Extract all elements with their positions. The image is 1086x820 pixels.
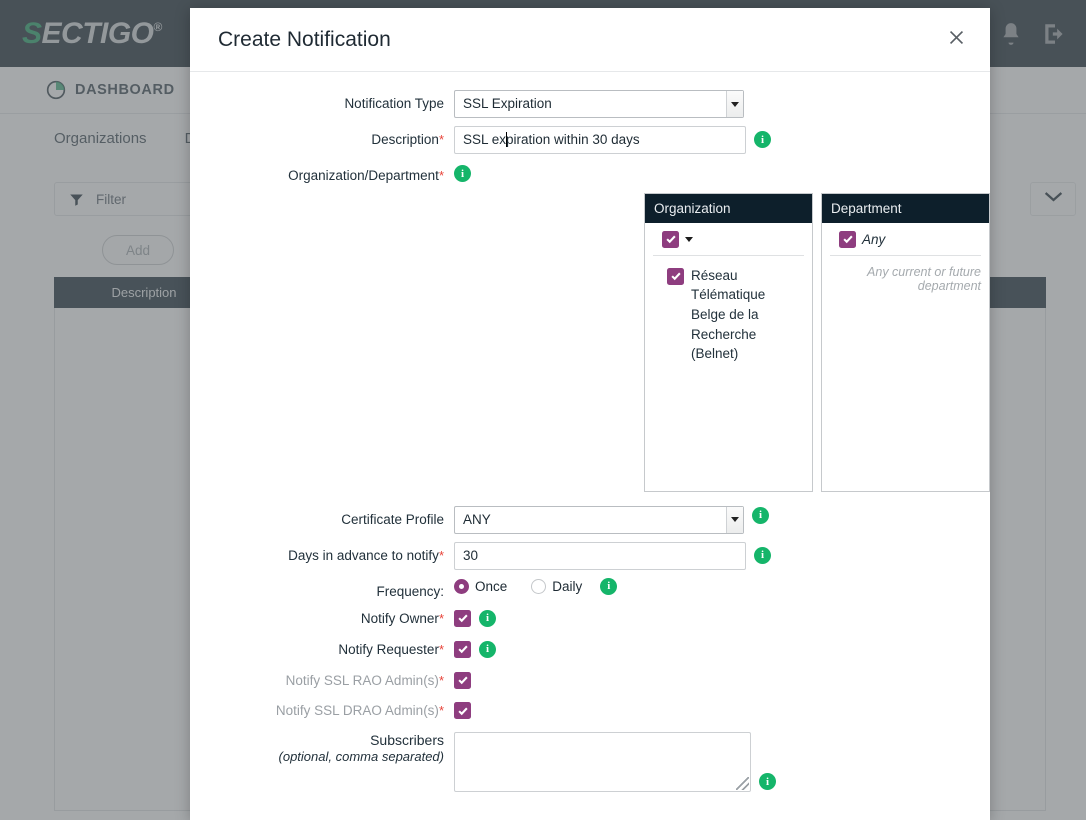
subscribers-textarea[interactable] (454, 732, 751, 793)
field-notify-rao: Notify SSL RAO Admin(s)* (190, 671, 990, 690)
notify-requester-checkbox[interactable] (454, 640, 471, 658)
notify-requester-info-icon[interactable]: i (479, 640, 496, 658)
radio-once[interactable]: Once (454, 578, 508, 594)
close-button[interactable] (940, 24, 972, 56)
required-marker: * (438, 168, 444, 183)
required-marker: * (438, 547, 444, 563)
radio-daily-indicator (531, 578, 547, 594)
description-input[interactable]: SSL expiration within 30 days (454, 126, 746, 154)
notify-requester-label: Notify Requester* (338, 641, 444, 657)
certificate-profile-info-icon[interactable]: i (752, 506, 769, 524)
field-notify-drao: Notify SSL DRAO Admin(s)* (190, 701, 990, 720)
days-in-advance-input[interactable]: 30 (454, 541, 746, 570)
notification-type-value: SSL Expiration (463, 96, 552, 111)
notify-drao-checkbox[interactable] (454, 702, 471, 720)
subscribers-label-group: Subscribers (optional, comma separated) (190, 732, 454, 764)
notify-rao-label: Notify SSL RAO Admin(s)* (285, 672, 444, 688)
notify-owner-info-icon[interactable]: i (479, 609, 496, 627)
description-value-after-caret: piration within 30 days (506, 132, 640, 147)
required-marker: * (438, 610, 444, 626)
field-org-dept-label: Organization/Department* i (190, 162, 990, 185)
notify-rao-checkbox[interactable] (454, 671, 471, 689)
department-panel-header: Department (822, 193, 989, 223)
resize-grip-icon[interactable] (736, 777, 749, 791)
field-description: Description* SSL expiration within 30 da… (190, 126, 990, 154)
frequency-label: Frequency: (376, 583, 444, 599)
department-note: Any current or future department (867, 264, 981, 293)
notify-drao-label: Notify SSL DRAO Admin(s)* (275, 703, 444, 719)
radio-daily-label: Daily (552, 578, 583, 594)
field-days-in-advance: Days in advance to notify* 30 i (190, 541, 990, 570)
required-marker: * (438, 703, 444, 719)
select-arrow-icon (726, 506, 743, 533)
radio-once-indicator (454, 578, 469, 594)
department-panel: Department Any Any current or future dep… (821, 192, 990, 492)
certificate-profile-select[interactable]: ANY (454, 505, 744, 534)
organization-root-row (653, 223, 804, 256)
organization-item-label: Réseau Télématique Belge de la Recherche… (691, 267, 766, 362)
required-marker: * (438, 672, 444, 688)
app-root: SECTIGO® (0, 0, 1086, 820)
certificate-profile-value: ANY (463, 511, 491, 527)
organization-list: Réseau Télématique Belge de la Recherche… (645, 256, 812, 364)
org-dept-label: Organization/Department* (288, 168, 444, 183)
notify-owner-label: Notify Owner* (360, 610, 444, 626)
modal-body: Notification Type SSL Expiration Descrip… (190, 72, 990, 793)
org-dept-panels: Organization Réseau Télématique Belge de… (644, 192, 990, 492)
required-marker: * (438, 641, 444, 657)
subscribers-info-icon[interactable]: i (759, 773, 776, 791)
department-any-row: Any (830, 223, 981, 256)
close-icon (948, 29, 965, 51)
description-value-before-caret: SSL ex (463, 132, 507, 147)
modal-header: Create Notification (190, 8, 990, 72)
frequency-radio-group: Once Daily i (454, 577, 618, 595)
organization-panel-header: Organization (645, 193, 812, 223)
subscribers-label: Subscribers (370, 732, 444, 749)
notification-type-select[interactable]: SSL Expiration (454, 90, 744, 118)
field-notify-owner: Notify Owner* i (190, 609, 990, 628)
frequency-info-icon[interactable]: i (600, 577, 618, 595)
department-any-checkbox[interactable] (839, 230, 856, 248)
department-any-label: Any (862, 231, 886, 247)
field-certificate-profile: Certificate Profile ANY i (190, 505, 990, 534)
subscribers-sub-label: (optional, comma separated) (278, 749, 444, 765)
description-label: Description* (371, 132, 444, 147)
radio-once-label: Once (475, 578, 508, 594)
list-item: Réseau Télématique Belge de la Recherche… (667, 266, 800, 364)
field-notification-type: Notification Type SSL Expiration (190, 90, 990, 118)
notify-owner-checkbox[interactable] (454, 609, 471, 627)
field-notify-requester: Notify Requester* i (190, 640, 990, 659)
field-subscribers: Subscribers (optional, comma separated) … (190, 732, 990, 793)
select-arrow-icon (726, 91, 743, 117)
certificate-profile-label: Certificate Profile (341, 511, 444, 527)
radio-daily[interactable]: Daily (531, 578, 583, 594)
notification-type-label: Notification Type (344, 96, 444, 111)
create-notification-modal: Create Notification Notification Type SS… (190, 8, 990, 820)
modal-title: Create Notification (218, 27, 391, 51)
org-dept-info-icon[interactable]: i (454, 165, 471, 182)
organization-root-checkbox[interactable] (662, 230, 679, 248)
description-info-icon[interactable]: i (754, 131, 771, 148)
days-in-advance-info-icon[interactable]: i (754, 546, 771, 564)
organization-panel: Organization Réseau Télématique Belge de… (644, 192, 813, 492)
field-frequency: Frequency: Once Daily i (190, 577, 990, 601)
days-in-advance-label: Days in advance to notify* (288, 547, 444, 563)
organization-expand-caret-icon[interactable] (685, 236, 693, 242)
organization-item-checkbox[interactable] (667, 267, 684, 285)
required-marker: * (438, 132, 444, 147)
